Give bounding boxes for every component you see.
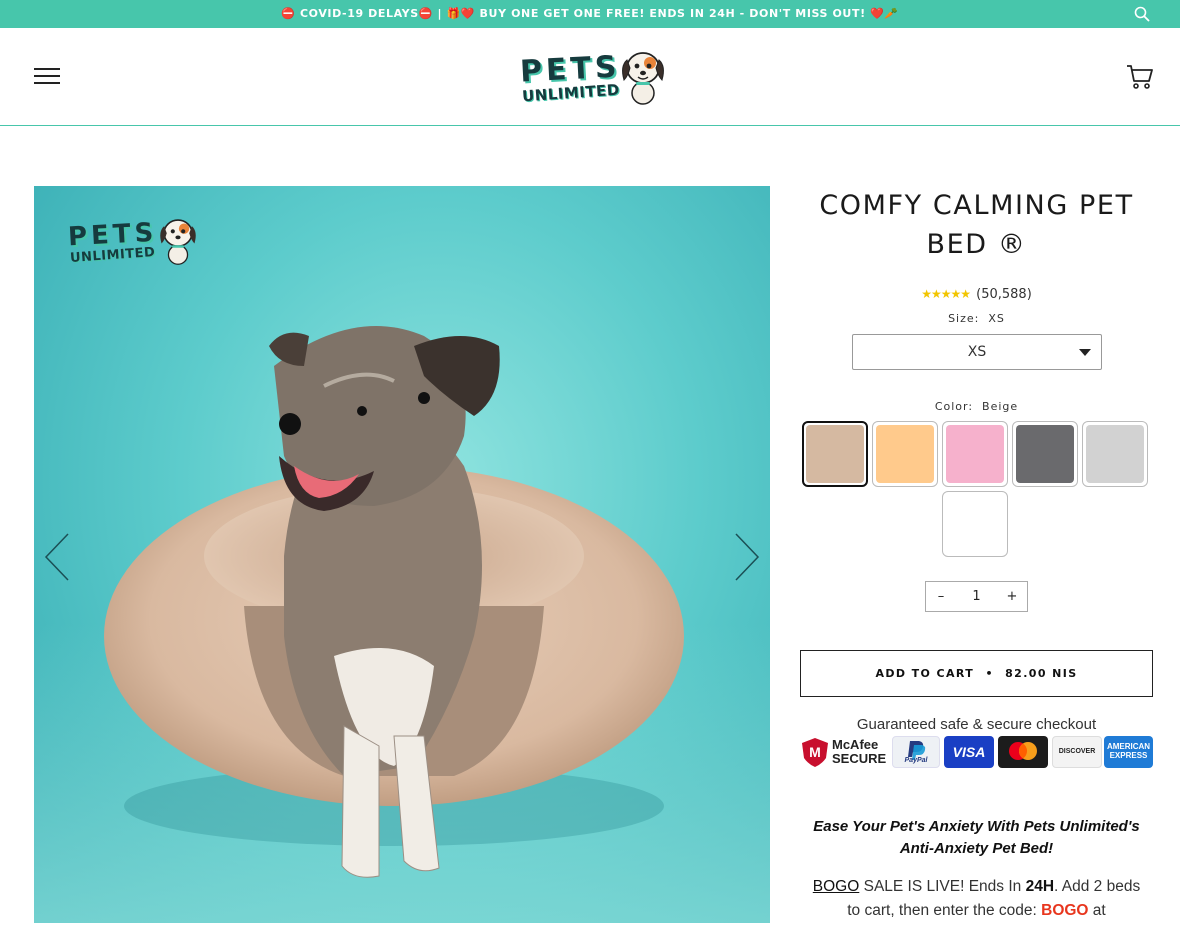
swatch-color-fill — [876, 425, 934, 483]
color-swatch-orange[interactable] — [872, 421, 938, 487]
paypal-badge: PayPal — [892, 736, 940, 768]
product-image-gallery[interactable]: PETS UNLIMITED — [34, 186, 770, 923]
quantity-decrease-button[interactable]: – — [926, 582, 956, 611]
rating-stars-icon: ★★★★★ — [921, 287, 971, 301]
gallery-prev-arrow-icon[interactable] — [42, 532, 72, 582]
mastercard-badge — [998, 736, 1048, 768]
visa-badge: VISA — [944, 736, 994, 768]
discover-text: DISCOVER — [1058, 748, 1096, 755]
site-logo[interactable]: PETS UNLIMITED — [518, 46, 668, 110]
quantity-increase-button[interactable]: + — [997, 582, 1027, 611]
color-swatch-pink[interactable] — [942, 421, 1008, 487]
swatch-color-fill — [946, 425, 1004, 483]
bogo-text-4: at — [1088, 902, 1106, 919]
mcafee-secure-badge: M McAfee SECURE — [800, 736, 888, 768]
chevron-down-icon — [1079, 349, 1091, 356]
size-option-label: Size: XS — [800, 312, 1153, 325]
mcafee-secure-text: SECURE — [832, 751, 887, 766]
bogo-text-2: . Add 2 beds — [1054, 878, 1141, 895]
menu-icon[interactable] — [34, 68, 60, 86]
shield-icon: M — [802, 738, 828, 767]
product-price: 82.00 NIS — [1005, 667, 1078, 680]
description-headline-line-1: Ease Your Pet's Anxiety With Pets Unlimi… — [813, 818, 1140, 835]
color-label-value: Beige — [982, 400, 1019, 413]
quantity-stepper: – 1 + — [925, 581, 1028, 612]
color-option-label: Color: Beige — [800, 400, 1153, 413]
svg-text:M: M — [809, 744, 821, 760]
announcement-text: ⛔ COVID-19 DELAYS⛔ | 🎁❤️ BUY ONE GET ONE… — [281, 7, 899, 20]
color-swatch-light-gray[interactable] — [1082, 421, 1148, 487]
swatch-color-fill — [1016, 425, 1074, 483]
product-rating[interactable]: ★★★★★ (50,588) — [800, 287, 1153, 302]
bogo-text-3: to cart, then enter the code: — [847, 902, 1042, 919]
secure-checkout-text: Guaranteed safe & secure checkout — [856, 716, 1097, 733]
gallery-next-arrow-icon[interactable] — [732, 532, 762, 582]
amex-text-top: AMERICAN — [1106, 742, 1151, 751]
swatch-color-fill — [1086, 425, 1144, 483]
bogo-text-1: SALE IS LIVE! Ends In — [859, 878, 1026, 895]
amex-text-bottom: EXPRESS — [1109, 751, 1148, 760]
size-label-value: XS — [988, 312, 1005, 325]
description-headline-line-2: Anti-Anxiety Pet Bed! — [899, 840, 1054, 857]
payment-badges: M McAfee SECURE PayPal VISA DISCOVER AME… — [800, 736, 1153, 768]
bogo-24h: 24H — [1025, 878, 1055, 895]
mcafee-text: McAfee — [832, 737, 879, 752]
product-info-panel: COMFY CALMING PET BED ® ★★★★★ (50,588) S… — [800, 186, 1153, 919]
description-headline: Ease Your Pet's Anxiety With Pets Unlimi… — [800, 816, 1153, 860]
review-count: (50,588) — [976, 287, 1032, 302]
mastercard-icon — [1009, 742, 1037, 760]
bogo-promo-text: BOGO SALE IS LIVE! Ends In 24H. Add 2 be… — [800, 875, 1153, 923]
size-label-text: Size: — [948, 312, 980, 325]
add-to-cart-button[interactable]: ADD TO CART • 82.00 NIS — [800, 650, 1153, 697]
product-photo-dog-on-bed — [104, 326, 684, 878]
quantity-input[interactable]: 1 — [956, 582, 997, 611]
bogo-link[interactable]: BOGO — [813, 878, 860, 895]
product-title: COMFY CALMING PET BED ® — [819, 190, 1134, 260]
price-separator: • — [985, 667, 994, 680]
color-swatch-beige[interactable] — [802, 421, 868, 487]
paypal-text: PayPal — [904, 757, 928, 764]
amex-badge: AMERICAN EXPRESS — [1104, 736, 1153, 768]
gallery-logo-watermark: PETS UNLIMITED — [66, 214, 206, 274]
size-select-value: XS — [967, 344, 987, 360]
announcement-bar: ⛔ COVID-19 DELAYS⛔ | 🎁❤️ BUY ONE GET ONE… — [0, 0, 1180, 28]
color-swatch-dark-gray[interactable] — [1012, 421, 1078, 487]
color-swatch-white[interactable] — [942, 491, 1008, 557]
dog-mascot-icon — [622, 52, 664, 105]
color-label-text: Color: — [934, 400, 974, 413]
swatch-color-fill — [806, 425, 864, 483]
bogo-line-2: to cart, then enter the code: BOGO at — [800, 899, 1153, 923]
discover-badge: DISCOVER — [1052, 736, 1102, 768]
site-header: PETS UNLIMITED — [0, 28, 1180, 126]
search-icon[interactable] — [1134, 6, 1150, 22]
size-select[interactable]: XS — [852, 334, 1102, 370]
swatch-color-fill — [946, 495, 1004, 553]
add-to-cart-label: ADD TO CART — [875, 667, 975, 680]
cart-icon[interactable] — [1126, 64, 1154, 90]
bogo-code: BOGO — [1041, 902, 1089, 919]
dog-mascot-icon — [160, 219, 196, 265]
bogo-line-1: BOGO SALE IS LIVE! Ends In 24H. Add 2 be… — [800, 875, 1153, 899]
